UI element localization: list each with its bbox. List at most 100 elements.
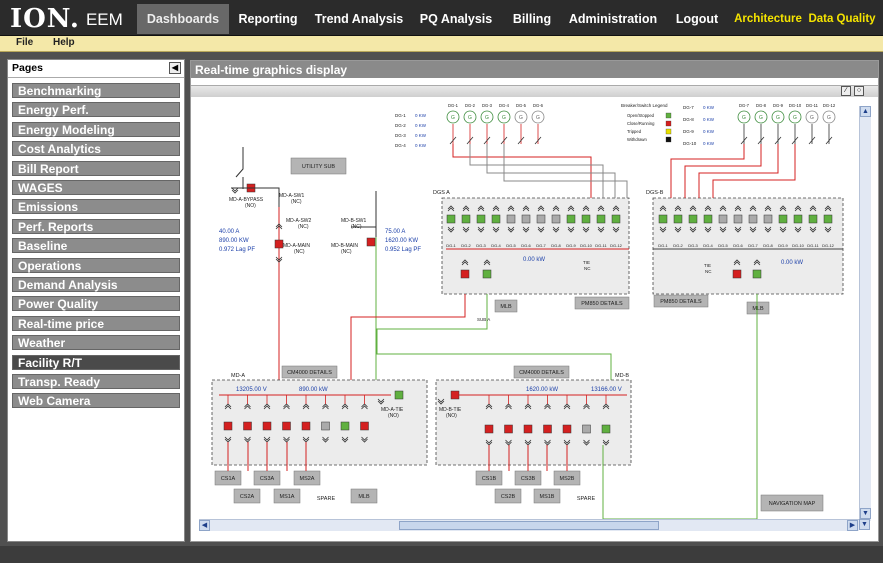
scroll-down-icon[interactable]: ▼ — [860, 508, 871, 519]
md-a-feeder-breaker — [223, 421, 233, 431]
dgs-feeder-breaker — [748, 214, 758, 224]
dgs-feeder-label: DG-7 — [748, 243, 758, 248]
page-energy-perf[interactable]: Energy Perf. — [12, 102, 180, 118]
zoom-icon[interactable]: ○ — [854, 86, 864, 96]
md-a-feeder-breaker — [243, 421, 252, 431]
dgs-feeder-label: DG-10 — [580, 243, 593, 248]
sw1b-state: (NC) — [351, 224, 362, 230]
gen-to-dgs-wire — [670, 144, 745, 198]
page-wages[interactable]: WAGES — [12, 180, 180, 195]
page-baseline[interactable]: Baseline — [12, 238, 180, 254]
page-power-quality[interactable]: Power Quality — [12, 296, 180, 312]
vertical-scrollbar[interactable]: ▲ ▼ — [859, 106, 871, 521]
nav-billing[interactable]: Billing — [505, 4, 559, 34]
pages-header: Pages ◀ — [8, 60, 184, 78]
dgs-feeder-label: DG-9 — [566, 243, 576, 248]
page-web-camera[interactable]: Web Camera — [12, 393, 180, 409]
dgs-feeder-label: DG-10 — [792, 243, 805, 248]
scroll-left-icon[interactable]: ◀ — [199, 520, 210, 531]
load-button-cs1a-label: CS1A — [221, 476, 236, 482]
nav-reporting[interactable]: Reporting — [232, 4, 304, 34]
nav-architecture[interactable]: Architecture — [732, 4, 804, 34]
gen-top-label: DG-3 — [482, 103, 493, 108]
scroll-up-icon[interactable]: ▲ — [860, 106, 871, 117]
page-benchmarking[interactable]: Benchmarking — [12, 83, 180, 98]
nav-logout[interactable]: Logout — [670, 4, 724, 34]
one-line-diagram: UTILITY SUBMD-A-BYPASS(NO)MD-A-SW1(NC)MD… — [211, 103, 844, 519]
gen-top-label: DG-6 — [533, 103, 544, 108]
load-button-mlb-label: MLB — [358, 494, 370, 500]
dgs-feeder-label: DG-12 — [610, 243, 623, 248]
legend-item: Close/Running — [627, 121, 655, 126]
gen-top-label: DG-9 — [773, 103, 784, 108]
nav-administration[interactable]: Administration — [565, 4, 661, 34]
dgs-a-pm850-button-label: PM850 DETAILS — [581, 301, 623, 307]
md-b-kw: 1620.00 kW — [526, 387, 558, 393]
pan-tool-icon[interactable]: ∕ — [841, 86, 851, 96]
scroll-corner-icon[interactable]: ▼ — [859, 519, 870, 530]
dgs-b-nc: NC — [705, 269, 712, 274]
generator-symbol: G — [793, 115, 797, 121]
nav-data-quality[interactable]: Data Quality — [808, 4, 876, 34]
scroll-right-icon[interactable]: ▶ — [847, 520, 858, 531]
legend-swatch — [665, 112, 672, 119]
load-button-cs1b-label: CS1B — [482, 476, 497, 482]
horizontal-scrollbar[interactable]: ◀ ▶ — [199, 519, 859, 531]
page-bill-report[interactable]: Bill Report — [12, 160, 180, 176]
md-b-cm4000-button-label: CM4000 DETAILS — [519, 370, 564, 376]
utility-sub-button-label: UTILITY SUB — [302, 164, 336, 170]
generator-symbol: G — [519, 115, 523, 121]
scroll-thumb[interactable] — [399, 521, 659, 530]
gen-list-name: DG-4 — [395, 143, 406, 148]
generator-symbol: G — [468, 115, 472, 121]
dgs-feeder-breaker — [823, 214, 833, 224]
dgs-feeder-breaker — [476, 214, 486, 224]
gen-list-kw: 0 KW — [703, 117, 715, 122]
gen-to-dgs-wire — [503, 144, 628, 198]
md-b-main-breaker — [366, 237, 376, 247]
dgs-feeder-breaker — [763, 214, 773, 224]
sw2a-state: (NC) — [298, 224, 309, 230]
pages-sidebar: Pages ◀ Benchmarking Energy Perf. Energy M… — [7, 59, 185, 542]
md-b-feeder-breaker — [562, 424, 572, 434]
page-emissions[interactable]: Emissions — [12, 199, 180, 215]
page-real-time-price[interactable]: Real-time price — [12, 315, 180, 331]
gen-top-label: DG-1 — [448, 103, 459, 108]
nav-dashboards[interactable]: Dashboards — [137, 4, 229, 34]
gen-top-label: DG-2 — [465, 103, 476, 108]
md-b-feeder-breaker — [543, 424, 552, 434]
load-button-cs2a-label: CS2A — [240, 494, 255, 500]
menu-file[interactable]: File — [16, 37, 33, 48]
page-energy-modeling[interactable]: Energy Modeling — [12, 121, 180, 137]
md-a-volts: 13205.00 V — [236, 387, 267, 393]
dgs-a-breaker-red — [460, 269, 470, 279]
dgs-feeder-breaker — [446, 214, 456, 224]
md-a-feeder-breaker — [360, 421, 369, 431]
page-facility-r-t[interactable]: Facility R/T — [12, 354, 180, 370]
dgs-feeder-label: DG-9 — [778, 243, 788, 248]
dgs-feeder-breaker — [688, 214, 698, 224]
page-cost-analytics[interactable]: Cost Analytics — [12, 141, 180, 157]
page-transp-ready[interactable]: Transp. Ready — [12, 374, 180, 389]
md-a-feeder-breaker — [321, 421, 330, 431]
legend-item: Withdrawn — [627, 137, 647, 142]
gen-top-label: DG-7 — [739, 103, 750, 108]
menu-help[interactable]: Help — [53, 37, 75, 48]
gen-top-label: DG-10 — [789, 103, 802, 108]
nav-pq-analysis[interactable]: PQ Analysis — [414, 4, 498, 34]
dgs-feeder-breaker — [808, 214, 818, 224]
page-weather[interactable]: Weather — [12, 335, 180, 351]
page-operations[interactable]: Operations — [12, 257, 180, 273]
page-demand-analysis[interactable]: Demand Analysis — [12, 277, 180, 292]
gen-list-kw: 0 KW — [415, 123, 427, 128]
collapse-left-icon[interactable]: ◀ — [169, 62, 181, 74]
page-perf-reports[interactable]: Perf. Reports — [12, 218, 180, 234]
nav-trend-analysis[interactable]: Trend Analysis — [310, 4, 408, 34]
md-a-upper — [261, 187, 280, 207]
gen-list-kw: 0 KW — [703, 129, 715, 134]
dgs-b-breaker-red — [732, 269, 742, 279]
dgs-feeder-breaker — [611, 214, 621, 224]
dgs-feeder-label: DG-1 — [658, 243, 668, 248]
dgs-feeder-label: DG-4 — [703, 243, 713, 248]
dgs-feeder-breaker — [566, 214, 576, 224]
